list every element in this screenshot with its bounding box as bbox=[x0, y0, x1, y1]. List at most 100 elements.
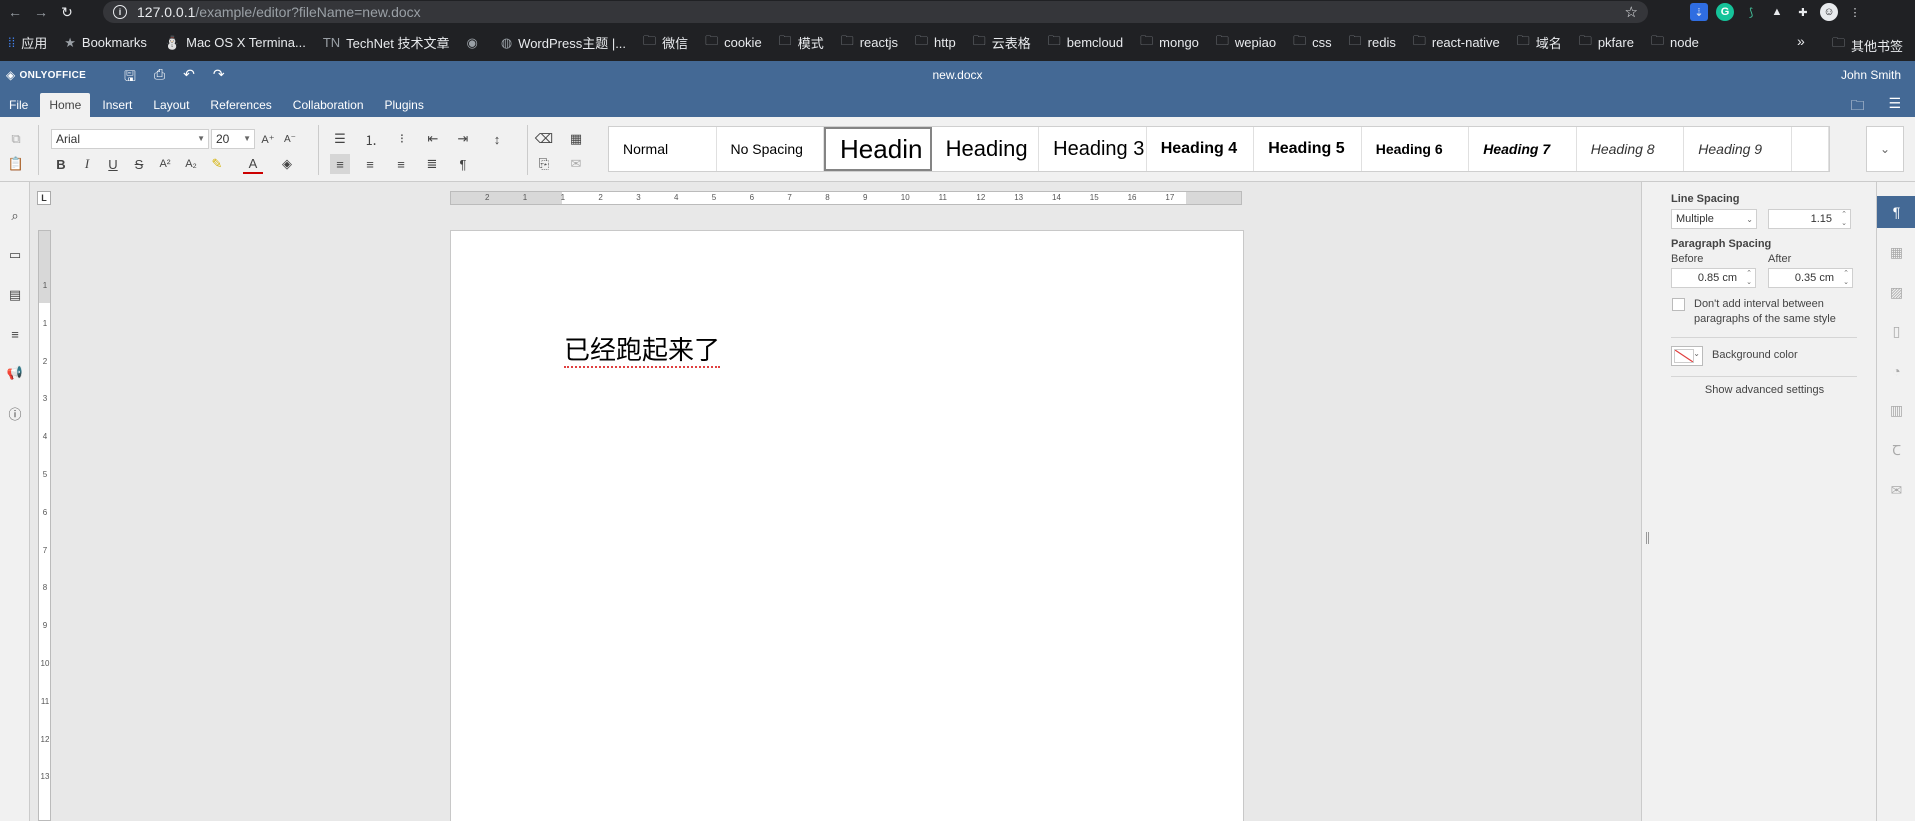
style-item[interactable]: Normal bbox=[609, 127, 717, 171]
shape-settings-icon[interactable]: ◔ bbox=[1877, 355, 1915, 387]
font-color-icon[interactable]: A bbox=[243, 154, 263, 174]
feedback-icon[interactable]: 📢 bbox=[5, 363, 25, 383]
align-center-icon[interactable]: ≡ bbox=[360, 154, 380, 174]
multilevel-list-icon[interactable]: ⁝ bbox=[392, 129, 412, 149]
mail-merge-icon[interactable]: ✉ bbox=[566, 154, 586, 174]
extension-triangle-icon[interactable]: ▲ bbox=[1768, 3, 1786, 21]
spacing-before-input[interactable]: 0.85 cm ⌃ ⌄ bbox=[1671, 268, 1756, 288]
bold-icon[interactable]: B bbox=[51, 154, 71, 174]
style-item[interactable]: Heading 9 bbox=[1684, 127, 1792, 171]
document-page[interactable]: 已经跑起来了 bbox=[450, 230, 1244, 821]
bookmark-item[interactable]: 🗀 reactjs bbox=[841, 32, 898, 54]
comments-icon[interactable]: ▭ bbox=[5, 245, 25, 265]
bookmark-item[interactable]: 🗀 css bbox=[1293, 32, 1332, 54]
about-icon[interactable]: ⓘ bbox=[5, 403, 25, 423]
mail-merge-settings-icon[interactable]: ✉ bbox=[1877, 474, 1915, 506]
bookmark-item[interactable]: 🗀 http bbox=[915, 32, 956, 54]
style-item[interactable]: Headin bbox=[824, 127, 932, 171]
increase-indent-icon[interactable]: ⇥ bbox=[453, 129, 473, 149]
bookmarks-overflow-icon[interactable]: » bbox=[1797, 33, 1805, 49]
browser-menu-icon[interactable]: ⋮ bbox=[1846, 3, 1864, 21]
document-text[interactable]: 已经跑起来了 bbox=[564, 336, 721, 368]
bookmark-item[interactable]: 🗀 bemcloud bbox=[1048, 32, 1123, 54]
decrease-font-icon[interactable]: A⁻ bbox=[280, 129, 300, 149]
style-item[interactable]: Heading bbox=[932, 127, 1040, 171]
spinner-icon[interactable]: ⌃ ⌄ bbox=[1746, 269, 1752, 287]
background-color-picker[interactable]: ⌄ bbox=[1671, 346, 1703, 366]
vertical-ruler[interactable]: 1 1 2 3 4 5 6 7 8 9 10 11 12 13 bbox=[38, 230, 51, 821]
bookmark-item[interactable]: 🗀 pkfare bbox=[1579, 32, 1634, 54]
header-footer-icon[interactable]: ▯ bbox=[1877, 315, 1915, 347]
bookmark-item[interactable]: ⁞⁞ 应用 bbox=[8, 33, 47, 52]
tab-file[interactable]: File bbox=[0, 93, 37, 117]
no-interval-checkbox[interactable] bbox=[1672, 298, 1685, 311]
panel-splitter[interactable] bbox=[1641, 182, 1653, 821]
justify-icon[interactable]: ≣ bbox=[422, 154, 442, 174]
view-settings-icon[interactable]: ☰ bbox=[1888, 95, 1901, 119]
forward-icon[interactable]: → bbox=[30, 1, 52, 23]
style-item[interactable]: Heading 8 bbox=[1577, 127, 1685, 171]
tab-home[interactable]: Home bbox=[40, 93, 91, 117]
navigation-icon[interactable]: ≡ bbox=[5, 324, 25, 344]
extension-leaf-icon[interactable]: ⟆ bbox=[1742, 3, 1760, 21]
bookmark-item[interactable]: ⛄ Mac OS X Termina... bbox=[164, 35, 306, 51]
search-icon[interactable]: ⌕ bbox=[5, 206, 25, 226]
table-settings-icon[interactable]: ▦ bbox=[1877, 236, 1915, 268]
strikethrough-icon[interactable]: S bbox=[129, 154, 149, 174]
italic-icon[interactable]: I bbox=[77, 154, 97, 174]
superscript-icon[interactable]: A² bbox=[155, 154, 175, 174]
bookmark-item[interactable]: 🗀 cookie bbox=[705, 32, 762, 54]
line-spacing-value-input[interactable]: 1.15 ⌃ ⌄ bbox=[1768, 209, 1851, 229]
tab-layout[interactable]: Layout bbox=[144, 93, 198, 117]
spacing-after-input[interactable]: 0.35 cm ⌃ ⌄ bbox=[1768, 268, 1853, 288]
chat-icon[interactable]: ▤ bbox=[5, 285, 25, 305]
style-item[interactable]: Heading 3 bbox=[1039, 127, 1147, 171]
font-size-select[interactable]: 20 ▼ bbox=[211, 129, 255, 149]
subscript-icon[interactable]: A₂ bbox=[181, 154, 201, 174]
increase-font-icon[interactable]: A⁺ bbox=[258, 129, 278, 149]
style-item[interactable]: Heading 5 bbox=[1254, 127, 1362, 171]
tab-references[interactable]: References bbox=[201, 93, 280, 117]
tab-plugins[interactable]: Plugins bbox=[376, 93, 433, 117]
text-art-icon[interactable]: Ꞇ bbox=[1877, 434, 1915, 466]
bookmark-item[interactable]: 🗀 云表格 bbox=[973, 32, 1031, 54]
chart-settings-icon[interactable]: ▥ bbox=[1877, 394, 1915, 426]
horizontal-ruler[interactable]: 2 1 1 2 3 4 5 6 7 8 9 10 11 12 13 14 15 16 17 bbox=[450, 191, 1242, 205]
style-item[interactable]: No Spacing bbox=[717, 127, 825, 171]
profile-avatar[interactable]: ☺ bbox=[1820, 3, 1838, 21]
spinner-icon[interactable]: ⌃ ⌄ bbox=[1843, 269, 1849, 287]
extension-blue-icon[interactable]: ⇣ bbox=[1690, 3, 1708, 21]
style-item[interactable]: Heading 6 bbox=[1362, 127, 1470, 171]
bookmark-item[interactable]: 🗀 react-native bbox=[1413, 32, 1500, 54]
site-info-icon[interactable]: i bbox=[113, 5, 127, 19]
show-advanced-settings-link[interactable]: Show advanced settings bbox=[1653, 384, 1876, 396]
copy-style-icon[interactable]: ⎘ bbox=[534, 154, 554, 174]
other-bookmarks[interactable]: 🗀 其他书签 bbox=[1832, 34, 1903, 56]
bookmark-item[interactable]: 🗀 域名 bbox=[1517, 32, 1562, 54]
line-spacing-mode-select[interactable]: Multiple ⌄ bbox=[1671, 209, 1757, 229]
underline-icon[interactable]: U bbox=[103, 154, 123, 174]
bookmark-item[interactable]: ◍ WordPress主题 |... bbox=[501, 33, 626, 52]
back-icon[interactable]: ← bbox=[4, 1, 26, 23]
tab-stop-selector[interactable]: L bbox=[37, 191, 51, 205]
bookmark-item[interactable]: 🗀 redis bbox=[1349, 32, 1396, 54]
decrease-indent-icon[interactable]: ⇤ bbox=[423, 129, 443, 149]
paste-icon[interactable]: 📋 bbox=[6, 154, 26, 174]
bookmark-item[interactable]: 🗀 模式 bbox=[779, 32, 824, 54]
bookmark-item[interactable]: ★ Bookmarks bbox=[64, 35, 147, 51]
bookmark-item[interactable]: 🗀 微信 bbox=[643, 32, 688, 54]
open-location-icon[interactable]: 🗀 bbox=[1850, 95, 1864, 119]
align-left-icon[interactable]: ≡ bbox=[330, 154, 350, 174]
style-item[interactable] bbox=[1792, 127, 1829, 171]
line-spacing-icon[interactable]: ↕ bbox=[487, 129, 507, 149]
shading-icon[interactable]: ◈ bbox=[277, 154, 297, 174]
copy-icon[interactable]: ⧉ bbox=[6, 129, 26, 149]
bookmark-item[interactable]: 🗀 mongo bbox=[1140, 32, 1199, 54]
paragraph-mark-icon[interactable]: ¶ bbox=[453, 154, 473, 174]
address-bar[interactable]: i 127.0.0.1/example/editor?fileName=new.… bbox=[103, 1, 1648, 23]
style-item[interactable]: Heading 4 bbox=[1147, 127, 1255, 171]
bookmark-item[interactable]: TN TechNet 技术文章 bbox=[323, 33, 450, 52]
highlight-icon[interactable]: ✎ bbox=[207, 154, 227, 174]
bookmark-star-icon[interactable]: ☆ bbox=[1625, 3, 1638, 21]
grammarly-icon[interactable]: G bbox=[1716, 3, 1734, 21]
